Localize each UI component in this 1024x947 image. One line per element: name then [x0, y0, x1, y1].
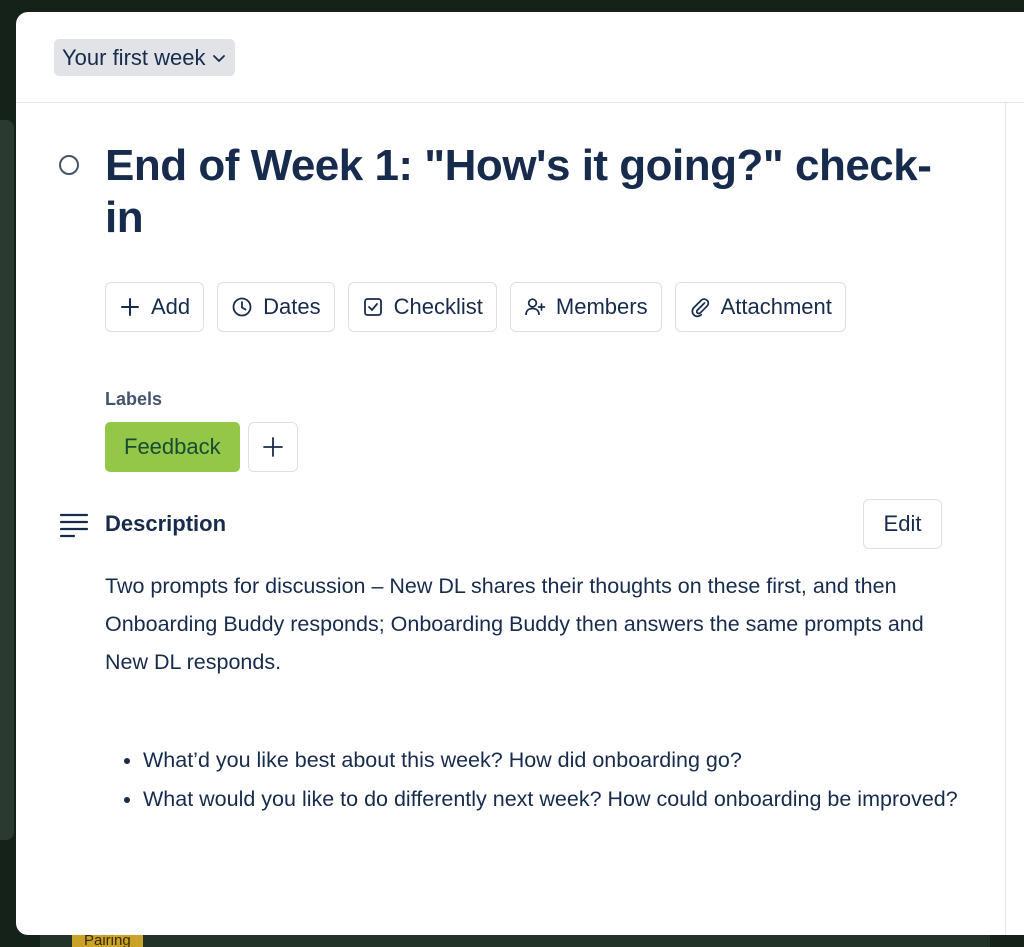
description-prompts: What’d you like best about this week? Ho…: [105, 741, 983, 819]
labels-row: Feedback: [105, 422, 298, 472]
attachment-button[interactable]: Attachment: [674, 282, 846, 332]
attachment-button-label: Attachment: [720, 294, 832, 319]
plus-icon: [262, 437, 283, 457]
card-detail-modal: Your first week End of Week 1: "How's it…: [16, 12, 1024, 935]
list-selector-label: Your first week: [62, 44, 206, 70]
dates-button[interactable]: Dates: [217, 282, 335, 332]
checklist-button-label: Checklist: [393, 294, 483, 319]
add-button[interactable]: Add: [105, 282, 205, 332]
background-list-column: [0, 120, 14, 840]
modal-sidebar-edge: [1005, 103, 1024, 935]
checkbox-icon: [363, 298, 382, 316]
list-item: What would you like to do differently ne…: [143, 780, 983, 819]
dates-button-label: Dates: [263, 294, 321, 319]
members-button[interactable]: Members: [509, 282, 662, 332]
label-feedback[interactable]: Feedback: [105, 422, 240, 472]
paperclip-icon: [691, 298, 709, 318]
list-selector-button[interactable]: Your first week: [54, 39, 236, 76]
description-text[interactable]: Two prompts for discussion – New DL shar…: [105, 567, 940, 681]
mark-complete-toggle[interactable]: [59, 155, 79, 175]
chevron-down-icon: [213, 54, 226, 62]
card-title[interactable]: End of Week 1: "How's it going?" check-i…: [105, 140, 955, 244]
add-member-icon: [525, 298, 546, 316]
modal-header: Your first week: [16, 12, 1024, 103]
add-button-label: Add: [151, 294, 191, 319]
description-heading: Description: [105, 511, 227, 536]
checklist-button[interactable]: Checklist: [347, 282, 497, 332]
members-button-label: Members: [555, 294, 648, 319]
card-actions: Add Dates Checklist Members Attachment: [105, 282, 846, 332]
edit-description-button[interactable]: Edit: [863, 499, 942, 549]
add-label-button[interactable]: [247, 422, 298, 472]
plus-icon: [121, 298, 139, 316]
clock-icon: [232, 297, 252, 317]
list-item: What’d you like best about this week? Ho…: [143, 741, 983, 780]
labels-heading: Labels: [105, 389, 163, 409]
description-lines-icon: [59, 513, 89, 538]
